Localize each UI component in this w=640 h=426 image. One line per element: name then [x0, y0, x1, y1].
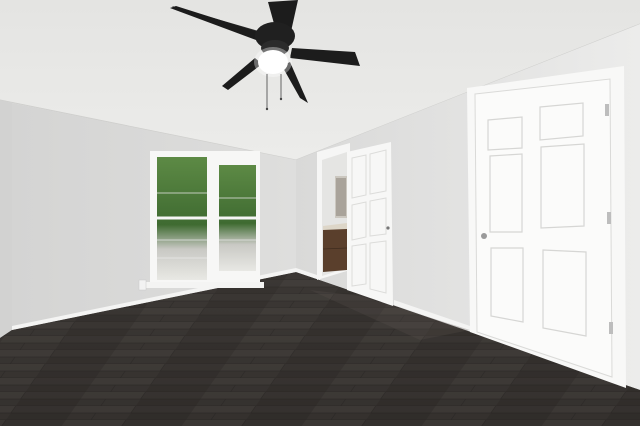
room-illustration: [0, 0, 640, 426]
double-window: [146, 151, 264, 288]
closet-door-knob: [481, 233, 487, 239]
room-photo: [0, 0, 640, 426]
wall-outlet: [138, 279, 147, 291]
left-wall: [0, 100, 12, 338]
bathroom-doorway: [317, 143, 350, 280]
open-door: [347, 142, 393, 306]
